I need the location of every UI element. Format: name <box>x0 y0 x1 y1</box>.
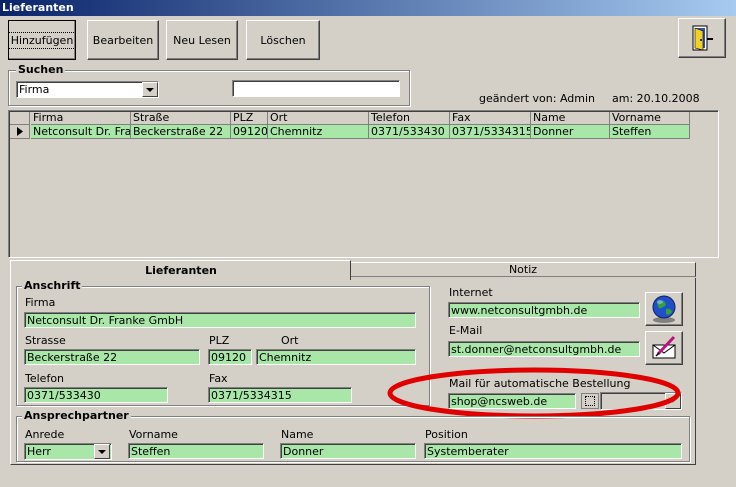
door-exit-icon <box>692 25 713 51</box>
anrede-dropdown[interactable] <box>94 444 110 459</box>
strasse-field[interactable]: Beckerstraße 22 <box>24 349 200 365</box>
anrede-value: Herr <box>27 445 51 458</box>
edit-button[interactable]: Bearbeiten <box>87 20 159 60</box>
grid-corner <box>10 112 30 125</box>
ort-label: Ort <box>281 334 299 347</box>
tab-notiz-label: Notiz <box>508 263 538 276</box>
grid-cell-ort[interactable]: Chemnitz <box>268 125 369 139</box>
fax-label: Fax <box>209 372 228 385</box>
email-value: st.donner@netconsultgmbh.de <box>451 343 622 356</box>
row-indicator[interactable] <box>10 125 30 139</box>
grid-header-name[interactable]: Name <box>531 112 610 125</box>
position-value: Systemberater <box>427 445 509 458</box>
plz-field[interactable]: 09120 <box>208 349 252 365</box>
internet-value: www.netconsultgmbh.de <box>451 304 588 317</box>
search-field-dropdown[interactable] <box>142 82 158 97</box>
grid-cell-vorname[interactable]: Steffen <box>610 125 690 139</box>
grid-header-plz[interactable]: PLZ <box>231 112 268 125</box>
plz-label: PLZ <box>209 334 230 347</box>
grid-header-fax[interactable]: Fax <box>450 112 531 125</box>
vorname-value: Steffen <box>131 445 171 458</box>
open-website-button[interactable] <box>645 292 683 326</box>
internet-field[interactable]: www.netconsultgmbh.de <box>448 302 640 318</box>
name-label: Name <box>281 428 314 441</box>
grid-header-vorname[interactable]: Vorname <box>610 112 690 125</box>
telefon-label: Telefon <box>25 372 65 385</box>
tab-lieferanten[interactable]: Lieferanten <box>10 260 351 280</box>
changed-on: am: 20.10.2008 <box>612 92 700 105</box>
telefon-field[interactable]: 0371/533430 <box>24 387 168 403</box>
firma-label: Firma <box>25 296 56 309</box>
search-group-title: Suchen <box>16 63 66 76</box>
vorname-label: Vorname <box>129 428 178 441</box>
search-input[interactable] <box>232 80 400 97</box>
edit-button-label: Bearbeiten <box>92 33 154 47</box>
grid-cell-plz[interactable]: 09120 <box>231 125 268 139</box>
vorname-field[interactable]: Steffen <box>128 443 264 459</box>
grid-cell-strasse[interactable]: Beckerstraße 22 <box>131 125 231 139</box>
email-field[interactable]: st.donner@netconsultgmbh.de <box>448 341 640 357</box>
name-field[interactable]: Donner <box>280 443 416 459</box>
tab-notiz[interactable]: Notiz <box>351 262 696 277</box>
strasse-value: Beckerstraße 22 <box>27 351 118 364</box>
ort-value: Chemnitz <box>259 351 312 364</box>
exit-button[interactable] <box>678 18 726 58</box>
add-button-label: Hinzufügen <box>7 31 77 49</box>
grid-cell-name[interactable]: Donner <box>531 125 610 139</box>
firma-field[interactable]: Netconsult Dr. Franke GmbH <box>24 312 416 328</box>
send-email-button[interactable] <box>645 331 683 365</box>
delete-button-label: Löschen <box>260 33 306 47</box>
address-group-title: Anschrift <box>22 279 83 292</box>
delete-button[interactable]: Löschen <box>246 20 320 60</box>
window-title: Lieferanten <box>0 0 736 16</box>
plz-value: 09120 <box>211 351 246 364</box>
name-value: Donner <box>283 445 324 458</box>
grid-header-strasse[interactable]: Straße <box>131 112 231 125</box>
anrede-label: Anrede <box>25 428 65 441</box>
fax-value: 0371/5334315 <box>211 389 292 402</box>
email-label: E-Mail <box>449 324 483 337</box>
add-button[interactable]: Hinzufügen <box>7 20 77 60</box>
telefon-value: 0371/533430 <box>27 389 101 402</box>
chevron-down-icon <box>98 449 106 454</box>
row-pointer-icon <box>16 127 23 136</box>
reload-button[interactable]: Neu Lesen <box>166 20 238 60</box>
fax-field[interactable]: 0371/5334315 <box>208 387 352 403</box>
contact-group-title: Ansprechpartner <box>22 409 131 422</box>
grid-cell-telefon[interactable]: 0371/533430 <box>369 125 450 139</box>
highlight-ellipse <box>387 367 681 419</box>
globe-icon <box>652 295 676 323</box>
strasse-label: Strasse <box>25 334 66 347</box>
grid-header-telefon[interactable]: Telefon <box>369 112 450 125</box>
position-field[interactable]: Systemberater <box>424 443 682 459</box>
grid-header-ort[interactable]: Ort <box>268 112 369 125</box>
tab-lieferanten-label: Lieferanten <box>145 263 217 277</box>
search-field-select[interactable]: Firma <box>16 81 159 98</box>
internet-label: Internet <box>449 286 493 299</box>
grid-header-firma[interactable]: Firma <box>31 112 131 125</box>
grid-cell-firma[interactable]: Netconsult Dr. Franke <box>31 125 131 139</box>
search-field-selected: Firma <box>19 83 50 96</box>
position-label: Position <box>425 428 468 441</box>
changed-by: geändert von: Admin <box>479 92 596 105</box>
reload-button-label: Neu Lesen <box>173 33 231 47</box>
letter-pen-icon <box>652 335 676 359</box>
grid-cell-fax[interactable]: 0371/5334315 <box>450 125 531 139</box>
firma-value: Netconsult Dr. Franke GmbH <box>27 314 184 327</box>
ort-field[interactable]: Chemnitz <box>256 349 416 365</box>
chevron-down-icon <box>146 87 154 92</box>
